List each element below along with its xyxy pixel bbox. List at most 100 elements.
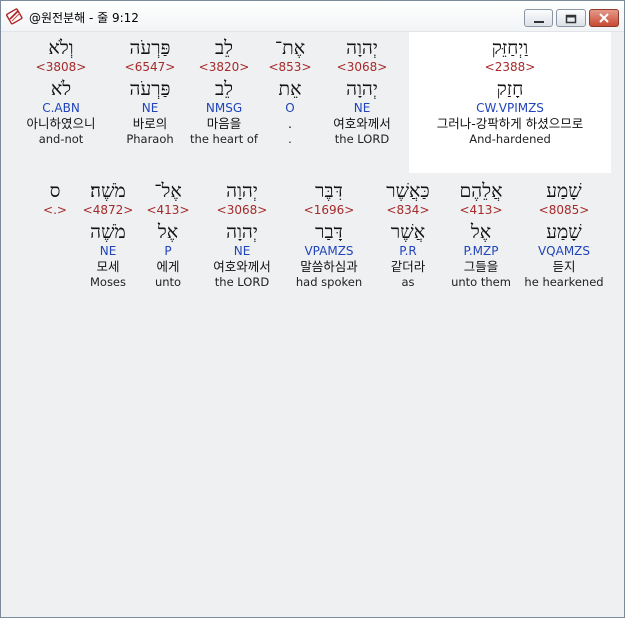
morphology-code: NE [353, 101, 371, 115]
hebrew-word: לֵב [214, 37, 234, 59]
hebrew-word: אֶת־ [274, 37, 306, 59]
hebrew-lemma: יְהוָה [346, 78, 378, 100]
strong-number[interactable]: <.> [37, 203, 73, 218]
morphology-code: VQAMZS [537, 244, 591, 258]
hebrew-word: אֲלֵהֶם [459, 180, 503, 202]
korean-gloss: 말씀하심과 [300, 259, 358, 274]
hebrew-lemma: יְהוָה [226, 221, 258, 243]
hebrew-lemma: לֵב [214, 78, 234, 100]
hebrew-word: וַיְחַזֵּק [491, 37, 529, 59]
morphology-code: NMSG [205, 101, 243, 115]
word-el[interactable]: אֶל־ <413> אֶל P 에게 unto [143, 177, 193, 290]
word-vayechazek[interactable]: וַיְחַזֵּק <2388> חָזַק CW.VPIMZS 그러나-강팍… [409, 32, 611, 173]
korean-gloss: 그들을 [463, 259, 499, 274]
english-gloss: . [288, 132, 292, 146]
word-kaasher[interactable]: כַּאֲשֶׁר <834> אֲשֶׁר P.R 같더라 as [373, 177, 443, 290]
hebrew-lemma: מֹשֶׁה [90, 221, 126, 243]
strong-number[interactable]: <4872> [77, 203, 139, 218]
word-paroh[interactable]: פַּרְעֹה <6547> פַּרְעֹה NE 바로의 Pharaoh [115, 32, 185, 147]
hebrew-word: אֶל־ [154, 180, 182, 202]
korean-gloss: 듣지 [552, 259, 576, 274]
app-window: @원전분해 - 줄 9:12 וַיְחַזֵּק <2388> חָזַק C… [0, 0, 625, 618]
strong-number[interactable]: <413> [445, 203, 517, 218]
hebrew-word: דִּבֶּר [315, 180, 343, 202]
korean-gloss: 모세 [96, 259, 120, 274]
maximize-button[interactable] [556, 9, 586, 27]
hebrew-word: כַּאֲשֶׁר [386, 180, 430, 202]
strong-number[interactable]: <8085> [519, 203, 609, 218]
word-shama[interactable]: שָׁמַע <8085> שָׁמַע VQAMZS 듣지 he hearke… [519, 177, 609, 290]
korean-gloss: 에게 [156, 259, 180, 274]
korean-gloss: 같더라 [390, 259, 426, 274]
word-lev[interactable]: לֵב <3820> לֵב NMSG 마음을 the heart of [187, 32, 261, 147]
morphology-code: NE [99, 244, 117, 258]
minimize-icon [533, 9, 545, 28]
hebrew-lemma: אֵת [278, 78, 302, 100]
english-gloss: Moses [89, 275, 127, 289]
hebrew-word: יְהוָה [346, 37, 378, 59]
strong-number[interactable]: <853> [263, 60, 317, 75]
morphology-code: CW.VPIMZS [476, 101, 544, 115]
bible-app-icon[interactable] [5, 7, 24, 25]
korean-gloss: 여호와께서 [333, 116, 391, 131]
morphology-code: P.R [399, 244, 417, 258]
korean-gloss: 바로의 [132, 116, 168, 131]
english-gloss: and-not [38, 132, 84, 146]
word-yhwh-2[interactable]: יְהוָה <3068> יְהוָה NE 여호와께서 the LORD [199, 177, 285, 290]
strong-number[interactable]: <834> [373, 203, 443, 218]
english-gloss: as [401, 275, 415, 289]
interlinear-panel[interactable]: וַיְחַזֵּק <2388> חָזַק CW.VPIMZS 그러나-강팍… [7, 32, 619, 614]
close-icon [598, 13, 610, 23]
hebrew-lemma: דָּבַר [315, 221, 343, 243]
korean-gloss: 그러나-강팍하게 하셨으므로 [436, 116, 584, 131]
title-bar[interactable]: @원전분해 - 줄 9:12 [1, 1, 624, 32]
hebrew-lemma: פַּרְעֹה [129, 78, 171, 100]
morphology-code: VPAMZS [304, 244, 354, 258]
english-gloss: the heart of [190, 132, 258, 146]
hebrew-word: מֹשֶׁה׃ [90, 180, 126, 202]
morphology-code: P.MZP [463, 244, 499, 258]
hebrew-word: פַּרְעֹה [129, 37, 171, 59]
word-et[interactable]: אֶת־ <853> אֵת O . . [263, 32, 317, 147]
english-gloss: unto them [451, 275, 511, 289]
word-setumah[interactable]: ס <.> [37, 177, 73, 218]
morphology-code: C.ABN [42, 101, 80, 115]
strong-number[interactable]: <6547> [115, 60, 185, 75]
strong-number[interactable]: <413> [143, 203, 193, 218]
hebrew-lemma: חָזַק [496, 78, 524, 100]
english-gloss: Pharaoh [126, 132, 174, 146]
word-alehem[interactable]: אֲלֵהֶם <413> אֶל P.MZP 그들을 unto them [445, 177, 517, 290]
english-gloss: unto [154, 275, 182, 289]
english-gloss: the LORD [214, 275, 270, 289]
word-diber[interactable]: דִּבֶּר <1696> דָּבַר VPAMZS 말씀하심과 had s… [289, 177, 369, 290]
word-yhwh[interactable]: יְהוָה <3068> יְהוָה NE 여호와께서 the LORD [319, 32, 405, 147]
korean-gloss: . [288, 116, 292, 131]
hebrew-word: וְלֹא [48, 37, 74, 59]
korean-gloss: 여호와께서 [213, 259, 271, 274]
korean-gloss: 아니하였으니 [26, 116, 96, 131]
strong-number[interactable]: <1696> [289, 203, 369, 218]
hebrew-lemma: שָׁמַע [546, 221, 582, 243]
english-gloss: the LORD [334, 132, 390, 146]
strong-number[interactable]: <2388> [409, 60, 611, 75]
close-button[interactable] [589, 9, 619, 27]
morphology-code: NE [233, 244, 251, 258]
window-title: @원전분해 - 줄 9:12 [29, 11, 139, 25]
strong-number[interactable]: <3808> [11, 60, 111, 75]
morphology-code: O [285, 101, 295, 115]
hebrew-lemma: אֶל [470, 221, 492, 243]
english-gloss: he hearkened [524, 275, 604, 289]
hebrew-lemma: אֶל [157, 221, 179, 243]
hebrew-word: ס [49, 180, 61, 202]
english-gloss: had spoken [295, 275, 363, 289]
strong-number[interactable]: <3820> [187, 60, 261, 75]
hebrew-lemma: אֲשֶׁר [390, 221, 426, 243]
morphology-code: NE [141, 101, 159, 115]
word-velo[interactable]: וְלֹא <3808> לֹא C.ABN 아니하였으니 and-not [11, 32, 111, 147]
strong-number[interactable]: <3068> [199, 203, 285, 218]
minimize-button[interactable] [524, 9, 553, 27]
maximize-icon [565, 9, 577, 28]
strong-number[interactable]: <3068> [319, 60, 405, 75]
word-moshe[interactable]: מֹשֶׁה׃ <4872> מֹשֶׁה NE 모세 Moses [77, 177, 139, 290]
english-gloss: And-hardened [469, 132, 551, 146]
